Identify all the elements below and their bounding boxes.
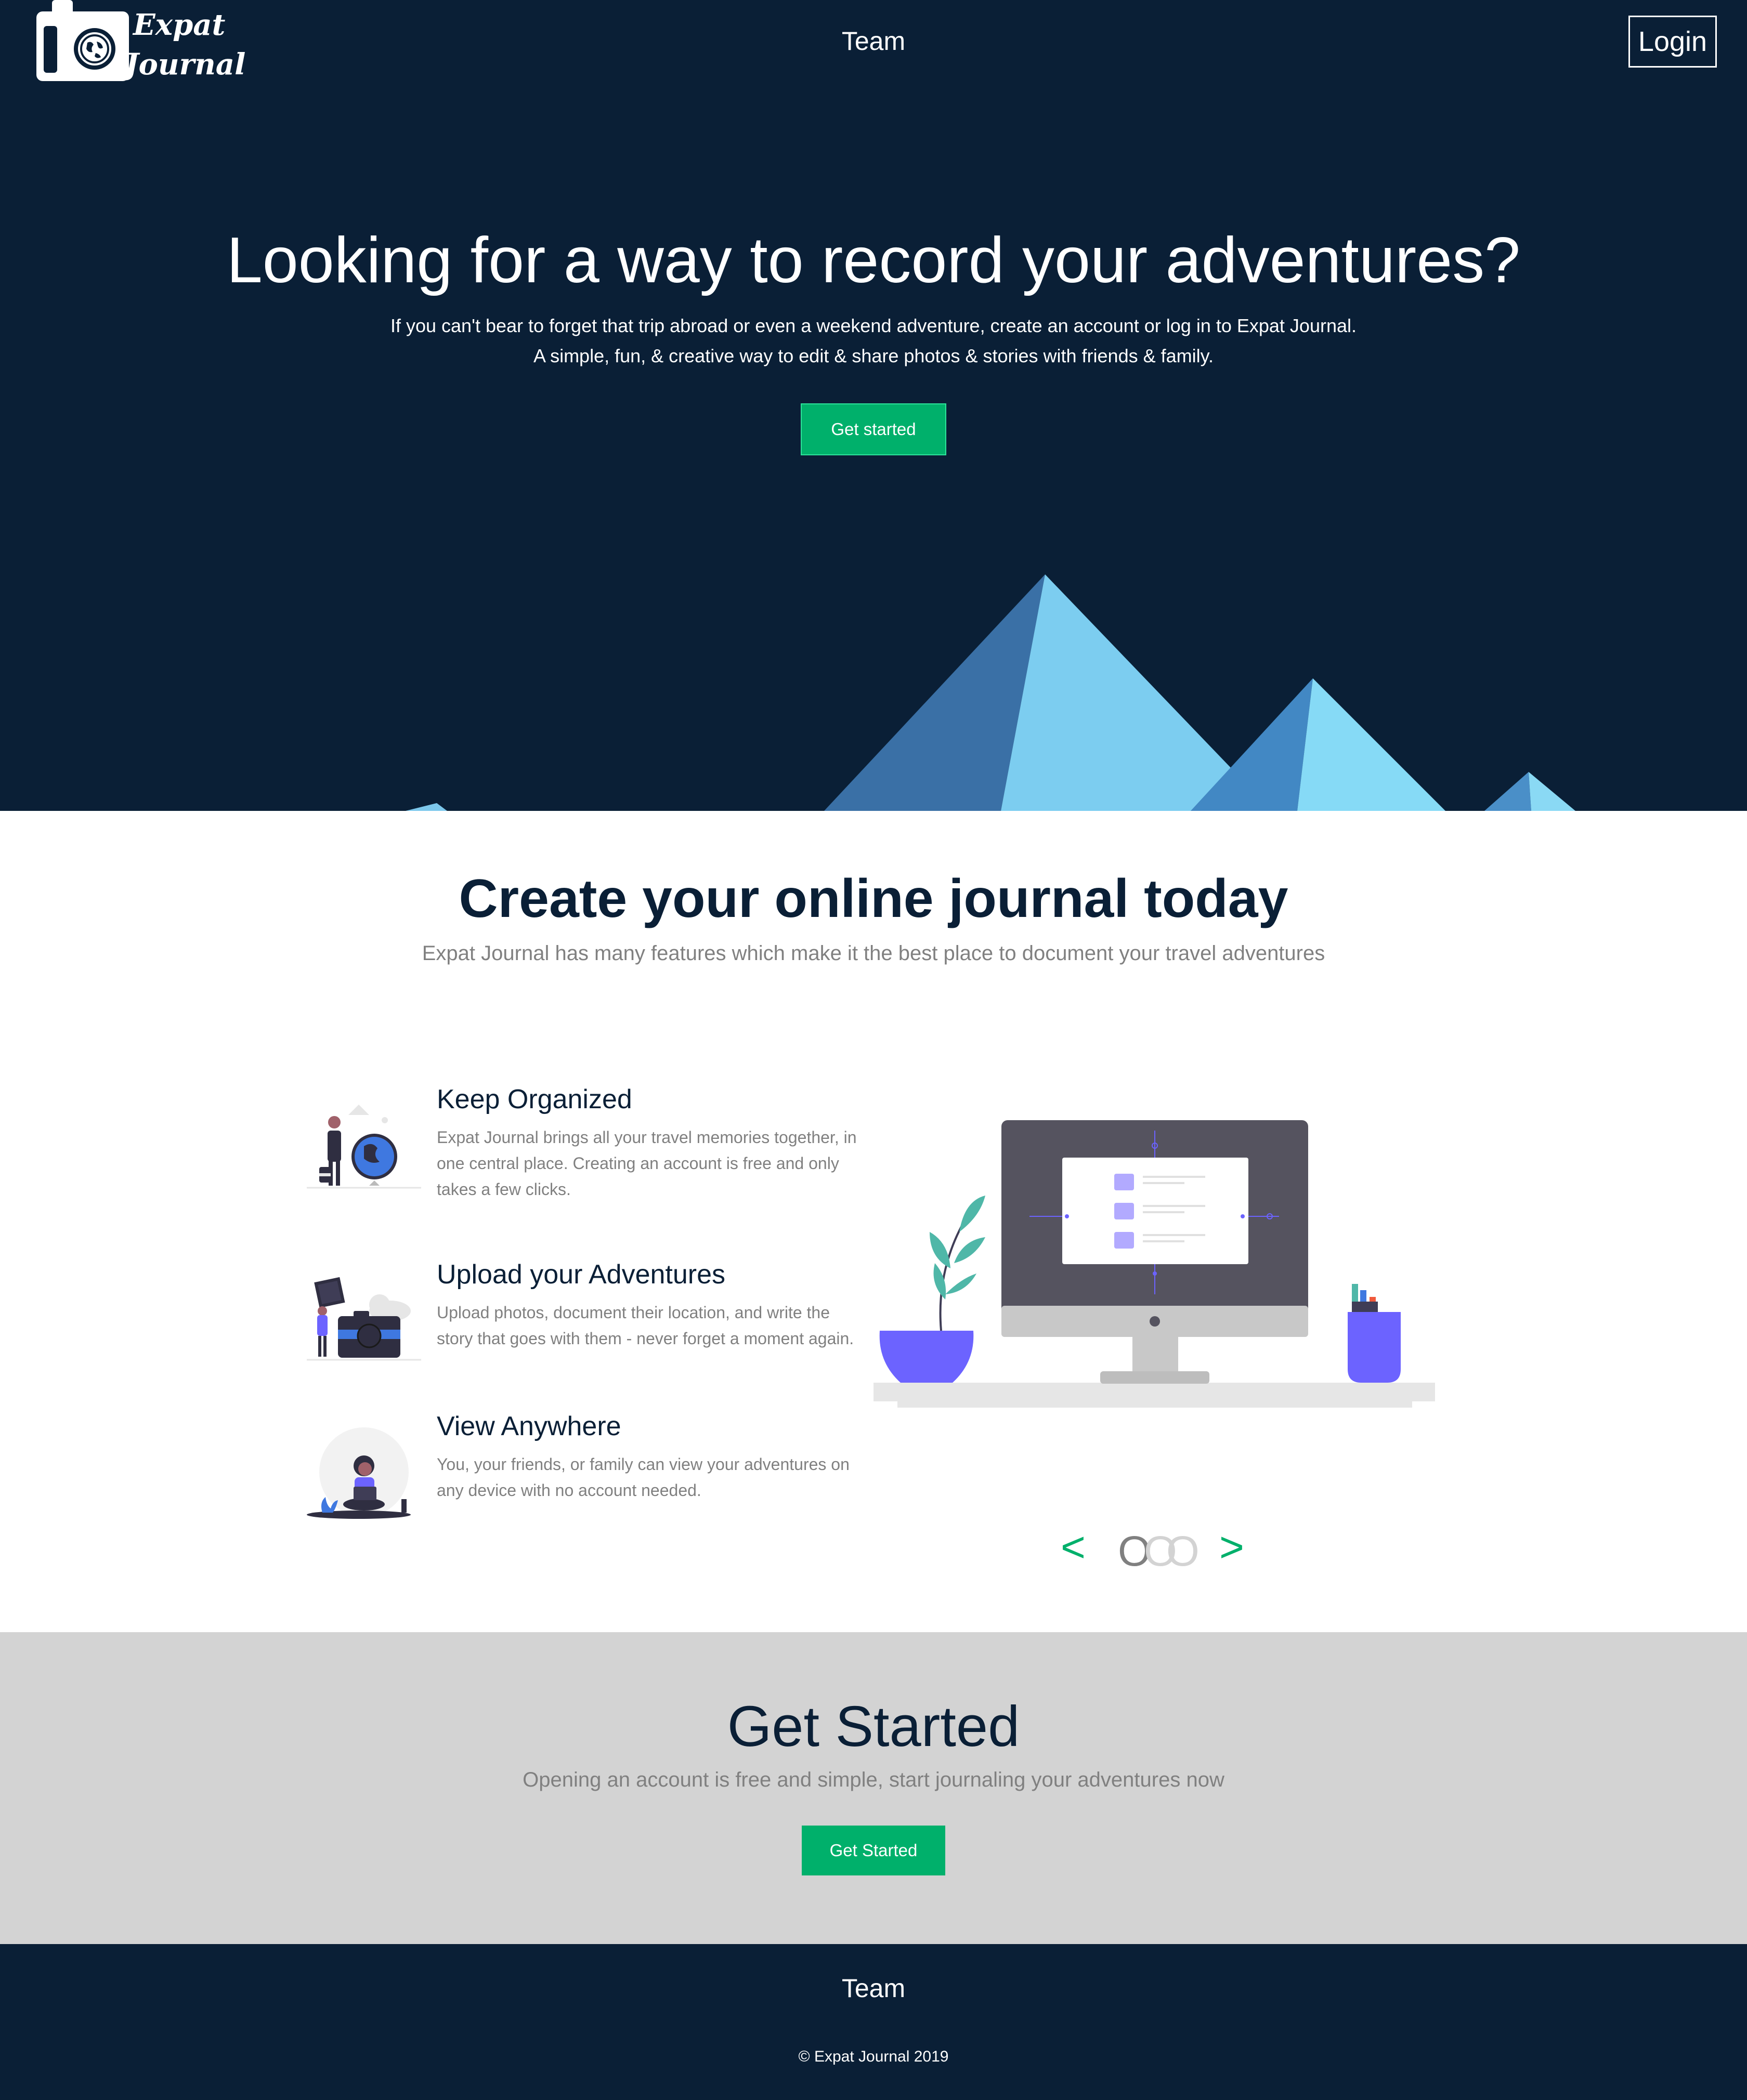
hero-title: Looking for a way to record your adventu…	[226, 225, 1521, 296]
features-title: Create your online journal today	[459, 869, 1288, 929]
logo[interactable]: Expat Journal	[36, 0, 245, 84]
feature-text: Expat Journal brings all your travel mem…	[437, 1128, 857, 1199]
carousel-dot[interactable]: O	[1166, 1527, 1200, 1576]
feature-view-anywhere: View Anywhere You, your friends, or fami…	[307, 1411, 868, 1535]
logo-line1: Expat	[133, 8, 226, 42]
hero-section: Expat Journal Team Login Looking for a w…	[0, 0, 1747, 811]
features-subtitle: Expat Journal has many features which ma…	[422, 942, 1325, 965]
person-with-globe-illustration	[307, 1105, 421, 1189]
camera-icon	[36, 0, 129, 81]
cta-subtitle: Opening an account is free and simple, s…	[523, 1768, 1224, 1791]
person-with-camera-illustration	[307, 1277, 421, 1361]
cta-get-started-button[interactable]: Get Started	[802, 1826, 945, 1875]
feature-keep-organized: Keep Organized Expat Journal brings all …	[307, 1084, 868, 1209]
get-started-section: Get Started Opening an account is free a…	[0, 1632, 1747, 1944]
nav-team-link[interactable]: Team	[822, 26, 925, 56]
hero-subtitle: If you can't bear to forget that trip ab…	[0, 311, 1747, 371]
logo-line2: Journal	[125, 47, 246, 82]
globe-icon	[80, 34, 109, 63]
person-with-laptop-illustration	[307, 1427, 411, 1519]
carousel-next-button[interactable]: >	[1219, 1523, 1244, 1572]
feature-title: Keep Organized	[437, 1084, 632, 1114]
computer-desk-illustration	[874, 1120, 1435, 1408]
footer: Team © Expat Journal 2019	[0, 1944, 1747, 2100]
cta-title: Get Started	[727, 1695, 1020, 1758]
feature-text: Upload photos, document their location, …	[437, 1303, 854, 1348]
footer-team-link[interactable]: Team	[822, 1973, 925, 2003]
hero-subtitle-line2: A simple, fun, & creative way to edit & …	[533, 345, 1214, 366]
feature-upload-adventures: Upload your Adventures Upload photos, do…	[307, 1259, 868, 1384]
logo-text: Expat Journal	[125, 5, 245, 84]
feature-title: Upload your Adventures	[437, 1259, 726, 1290]
feature-text: You, your friends, or family can view yo…	[437, 1455, 850, 1500]
hero-get-started-button[interactable]: Get started	[801, 403, 946, 455]
hero-subtitle-line1: If you can't bear to forget that trip ab…	[390, 315, 1357, 336]
carousel-controls: < O O O >	[1055, 1523, 1263, 1580]
carousel-prev-button[interactable]: <	[1061, 1523, 1086, 1572]
copyright: © Expat Journal 2019	[798, 2048, 949, 2065]
login-button[interactable]: Login	[1628, 16, 1717, 68]
feature-title: View Anywhere	[437, 1411, 621, 1441]
